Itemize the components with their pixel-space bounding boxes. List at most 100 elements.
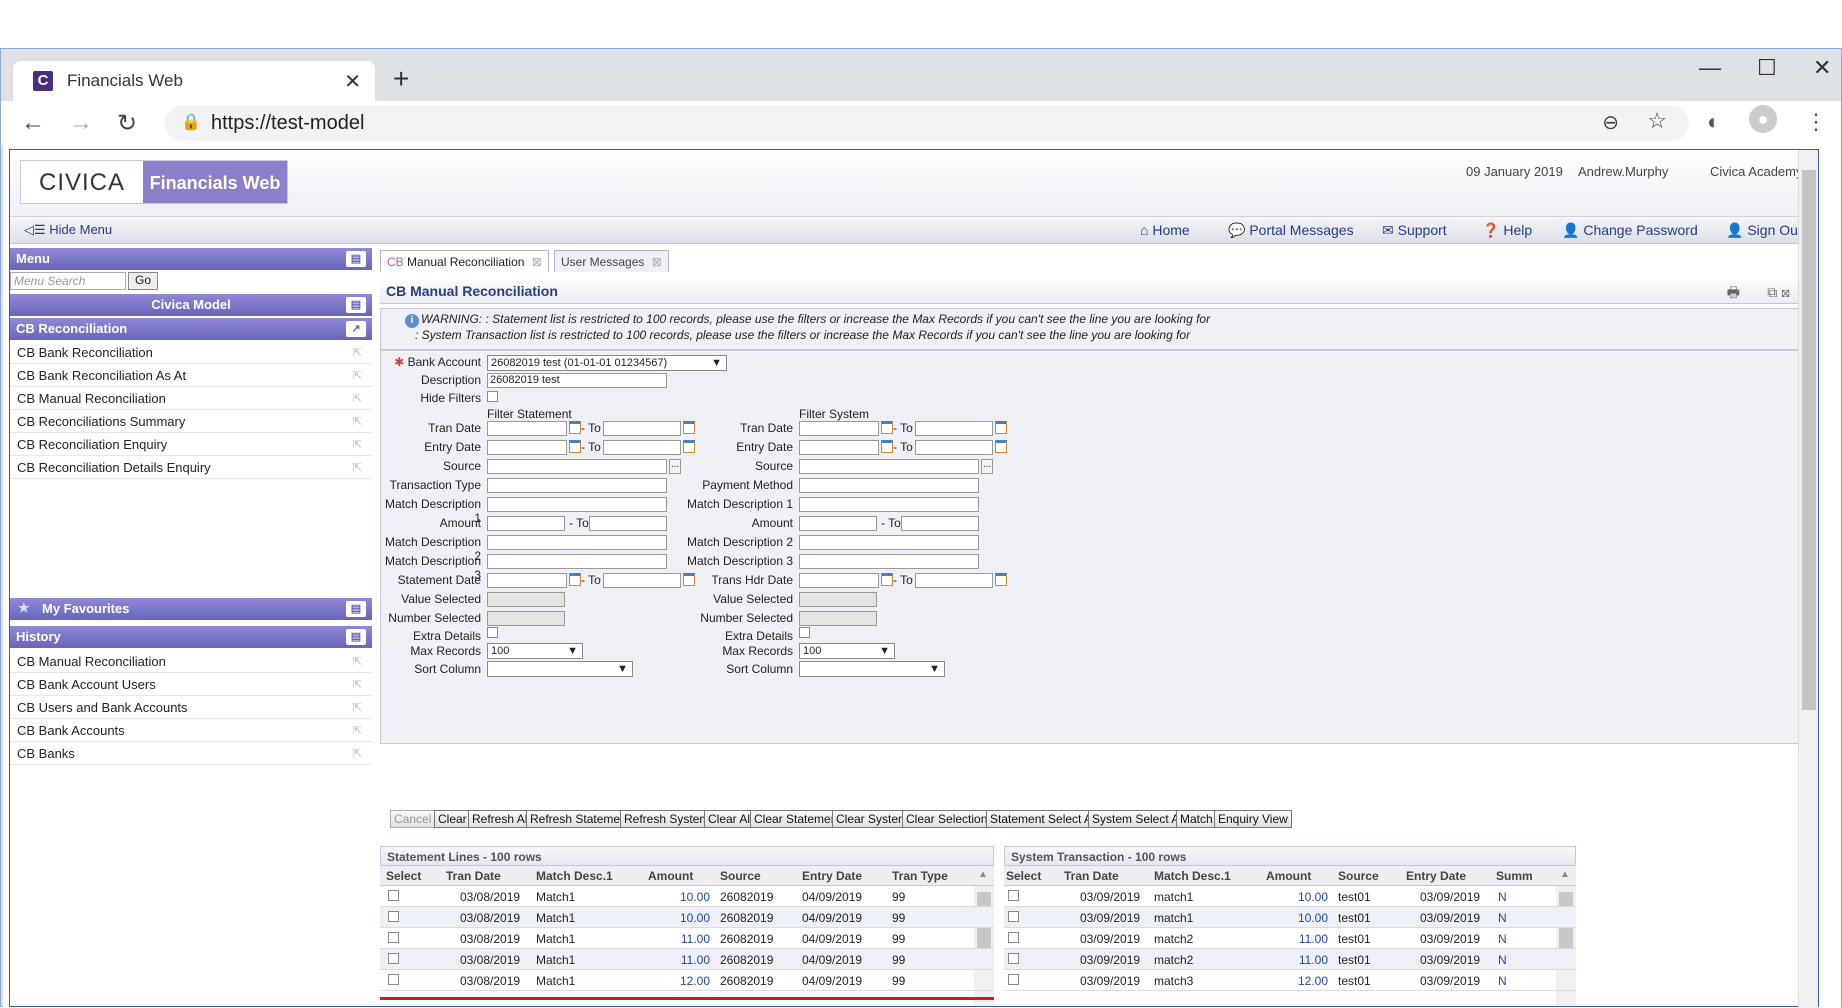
popout-icon[interactable]: ⇱ [353,461,362,474]
back-icon[interactable]: ← [21,109,45,137]
help-link[interactable]: ❓ Help [1482,222,1532,239]
tab-close-icon[interactable]: ⊠ [532,255,542,269]
stmt-tran-date-from[interactable] [487,421,567,436]
row-select-checkbox[interactable] [388,890,399,901]
description-input[interactable]: 26082019 test [487,373,667,388]
close-page-icon[interactable]: ⊠ [1781,284,1790,300]
table-row[interactable]: 03/09/2019 match1 10.00 test01 03/09/2019 N [1004,886,1576,907]
history-item-cb-bank-account-users[interactable]: CB Bank Account Users ⇱ [10,674,372,696]
col-tran-date[interactable]: Tran Date [446,869,501,883]
stmt-entry-date-from[interactable] [487,440,567,455]
scroll-up-icon[interactable]: ▲ [978,869,988,880]
print-icon[interactable]: 🖶 [1727,284,1740,300]
table-row[interactable]: 03/08/2019 Match1 10.00 26082019 04/09/2019 9… [380,886,994,907]
statement-date-from[interactable] [487,573,567,588]
portal-messages-link[interactable]: 💬 Portal Messages [1228,222,1354,239]
browser-tab[interactable]: C Financials Web ✕ [13,61,375,101]
refresh-all-button[interactable]: Refresh All [468,810,535,828]
bookmark-star-icon[interactable]: ☆ [1647,108,1667,134]
sign-out-link[interactable]: 👤 Sign Out [1726,222,1802,239]
calendar-icon[interactable] [881,440,893,453]
stmt-match-desc-2-input[interactable] [487,535,667,550]
sys-extra-details-checkbox[interactable] [799,627,810,638]
col-source[interactable]: Source [720,869,761,883]
stmt-extra-details-checkbox[interactable] [487,627,498,638]
close-window-icon[interactable]: ✕ [1813,55,1831,81]
tab-close-icon[interactable]: ✕ [344,69,361,94]
page-scroll-thumb[interactable] [1802,170,1816,710]
sys-source-lookup-button[interactable]: ... [981,459,993,474]
row-select-checkbox[interactable] [1008,932,1019,943]
stmt-max-records-select[interactable]: 100 ▼ [487,643,583,659]
hide-menu-link[interactable]: ◁☰ Hide Menu [24,222,112,238]
clear-button[interactable]: Clear [434,810,471,828]
refresh-statement-button[interactable]: Refresh Statement [526,810,635,828]
menu-search-go-button[interactable]: Go [128,272,158,290]
history-item-cb-banks[interactable]: CB Banks ⇱ [10,743,372,765]
history-item-cb-bank-accounts[interactable]: CB Bank Accounts ⇱ [10,720,372,742]
col-select[interactable]: Select [1006,869,1041,883]
clear-system-button[interactable]: Clear System [832,810,913,828]
table-row[interactable]: 03/08/2019 Match1 11.00 26082019 04/09/2019 9… [380,928,994,949]
sidebar-item-cb-reconciliations-summary[interactable]: CB Reconciliations Summary ⇱ [10,411,372,433]
col-tran-date[interactable]: Tran Date [1064,869,1119,883]
enquiry-view-button[interactable]: Enquiry View [1214,810,1292,828]
popout-icon[interactable]: ⇱ [353,724,362,737]
sidebar-item-cb-reconciliation-enquiry[interactable]: CB Reconciliation Enquiry ⇱ [10,434,372,456]
col-amount[interactable]: Amount [648,869,693,883]
popout-icon[interactable]: ⇱ [353,678,362,691]
col-tran-type[interactable]: Tran Type [892,869,948,883]
stmt-match-desc-3-input[interactable] [487,554,667,569]
sidebar-section-header[interactable]: CB Reconciliation ↗ [10,318,372,340]
sys-tran-date-to[interactable] [915,421,993,436]
table-row[interactable]: 03/09/2019 match2 11.00 test01 03/09/2019 N [1004,928,1576,949]
row-select-checkbox[interactable] [1008,953,1019,964]
col-entry-date[interactable]: Entry Date [802,869,862,883]
row-select-checkbox[interactable] [388,911,399,922]
popout-icon[interactable]: ⇱ [353,415,362,428]
minimize-icon[interactable]: — [1699,55,1721,81]
reload-icon[interactable]: ↻ [117,109,137,138]
calendar-icon[interactable] [569,421,581,434]
menu-settings-icon[interactable]: ▤ [346,251,366,267]
sidebar-item-cb-manual-reconciliation[interactable]: CB Manual Reconciliation ⇱ [10,388,372,410]
sidebar-item-cb-reconciliation-details-enquiry[interactable]: CB Reconciliation Details Enquiry ⇱ [10,457,372,479]
row-select-checkbox[interactable] [388,974,399,985]
change-password-link[interactable]: 👤 Change Password [1562,222,1698,239]
row-select-checkbox[interactable] [1008,974,1019,985]
col-match-desc-1[interactable]: Match Desc.1 [536,869,613,883]
row-select-checkbox[interactable] [1008,911,1019,922]
match-button[interactable]: Match [1176,810,1217,828]
calendar-icon[interactable] [995,573,1007,586]
sidebar-item-cb-bank-reconciliation-as-at[interactable]: CB Bank Reconciliation As At ⇱ [10,365,372,387]
table-row[interactable]: 03/09/2019 match1 10.00 test01 03/09/2019 N [1004,907,1576,928]
refresh-system-button[interactable]: Refresh System [620,810,714,828]
statement-date-to[interactable] [603,573,681,588]
popout-icon[interactable]: ⇱ [353,346,362,359]
history-item-cb-manual-reconciliation[interactable]: CB Manual Reconciliation ⇱ [10,651,372,673]
calendar-icon[interactable] [881,421,893,434]
sys-tran-date-from[interactable] [799,421,879,436]
sys-entry-date-from[interactable] [799,440,879,455]
system-select-all-button[interactable]: System Select All [1088,810,1189,828]
sys-amount-to[interactable] [901,516,979,531]
col-select[interactable]: Select [386,869,421,883]
table-row[interactable]: 03/08/2019 Match1 12.00 26082019 04/09/2019 9… [380,970,994,991]
new-tab-button[interactable]: + [393,63,409,95]
sys-amount-from[interactable] [799,516,877,531]
sys-entry-date-to[interactable] [915,440,993,455]
trans-hdr-date-to[interactable] [915,573,993,588]
sys-match-desc-2-input[interactable] [799,535,979,550]
clear-statement-button[interactable]: Clear Statement [750,810,845,828]
tab-close-icon[interactable]: ⊠ [652,255,662,269]
menu-search-input[interactable]: Menu Search [10,272,126,290]
popout-icon[interactable]: ⇱ [353,701,362,714]
sys-source-input[interactable] [799,459,979,474]
stmt-match-desc-1-input[interactable] [487,497,667,512]
section-toggle-icon[interactable]: ↗ [346,321,366,337]
col-summ[interactable]: Summ [1496,869,1533,883]
stmt-source-input[interactable] [487,459,667,474]
hide-filters-checkbox[interactable] [487,391,498,402]
stmt-tran-date-to[interactable] [603,421,681,436]
address-bar[interactable]: 🔒 https://test-model ⊖ ☆ [165,105,1689,141]
